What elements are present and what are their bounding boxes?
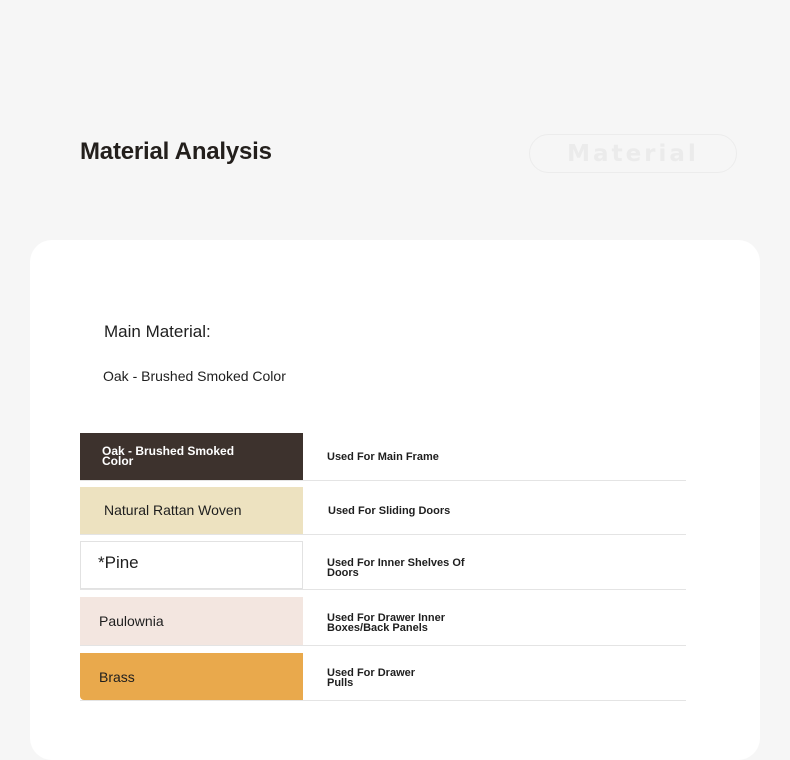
material-swatch-brass: Brass — [80, 653, 303, 700]
page-title: Material Analysis — [80, 138, 272, 165]
main-material-label: Main Material: — [104, 322, 211, 341]
material-swatch-pine: *Pine — [80, 541, 303, 589]
material-usage-oak: Used For Main Frame — [327, 451, 439, 463]
material-swatch-paulownia: Paulownia — [80, 597, 303, 645]
material-row-paulownia: Paulownia Used For Drawer Inner Boxes/Ba… — [80, 597, 686, 646]
material-usage-brass: Used For Drawer Pulls — [327, 667, 416, 689]
material-swatch-rattan: Natural Rattan Woven — [80, 487, 303, 534]
material-name-rattan: Natural Rattan Woven — [104, 502, 242, 518]
material-name-oak: Oak - Brushed Smoked Color — [102, 444, 235, 468]
material-usage-paulownia: Used For Drawer Inner Boxes/Back Panels — [327, 612, 445, 634]
material-usage-rattan: Used For Sliding Doors — [328, 505, 451, 517]
material-watermark-badge: Material — [529, 134, 737, 173]
material-swatch-oak: Oak - Brushed Smoked Color — [80, 433, 303, 480]
material-name-brass: Brass — [99, 669, 135, 685]
material-row-pine: *Pine Used For Inner Shelves Of Doors — [80, 541, 686, 590]
main-material-value: Oak - Brushed Smoked Color — [103, 368, 286, 384]
material-name-pine: *Pine — [98, 553, 139, 572]
material-name-paulownia: Paulownia — [99, 613, 164, 629]
material-row-oak: Oak - Brushed Smoked Color Used For Main… — [80, 433, 686, 481]
material-usage-pine: Used For Inner Shelves Of Doors — [327, 557, 465, 579]
material-row-brass: Brass Used For Drawer Pulls — [80, 653, 686, 701]
material-row-rattan: Natural Rattan Woven Used For Sliding Do… — [80, 487, 686, 535]
